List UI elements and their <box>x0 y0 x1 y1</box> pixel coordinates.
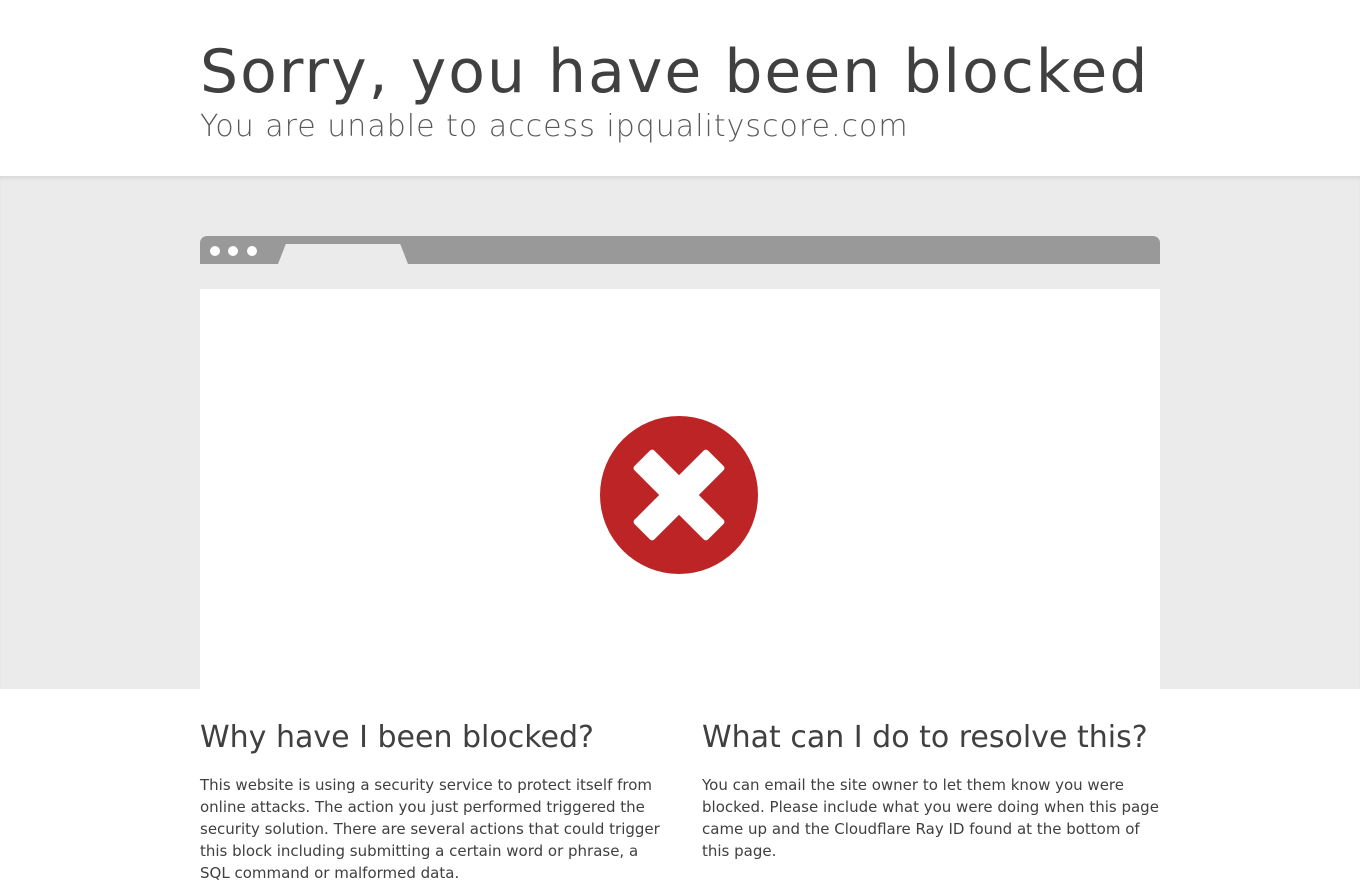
why-blocked-heading: Why have I been blocked? <box>200 720 594 755</box>
error-x-icon <box>600 416 758 574</box>
why-blocked-text: This website is using a security service… <box>200 776 660 882</box>
window-dot-icon <box>228 246 238 256</box>
resolve-text: You can email the site owner to let them… <box>702 776 1159 860</box>
why-blocked-section: Why have I been blocked? This website is… <box>200 716 660 884</box>
resolve-section: What can I do to resolve this? You can e… <box>702 716 1162 862</box>
page-header: Sorry, you have been blocked You are una… <box>0 0 1360 176</box>
blocked-domain: ipqualityscore.com <box>606 109 909 144</box>
resolve-heading: What can I do to resolve this? <box>702 720 1148 755</box>
browser-window-bar <box>200 236 1160 264</box>
window-dot-icon <box>210 246 220 256</box>
subtitle-prefix: You are unable to access <box>200 109 596 144</box>
browser-tab <box>278 244 408 264</box>
page-subtitle: You are unable to access ipqualityscore.… <box>200 108 909 146</box>
page-title: Sorry, you have been blocked <box>200 37 1150 107</box>
window-dot-icon <box>247 246 257 256</box>
